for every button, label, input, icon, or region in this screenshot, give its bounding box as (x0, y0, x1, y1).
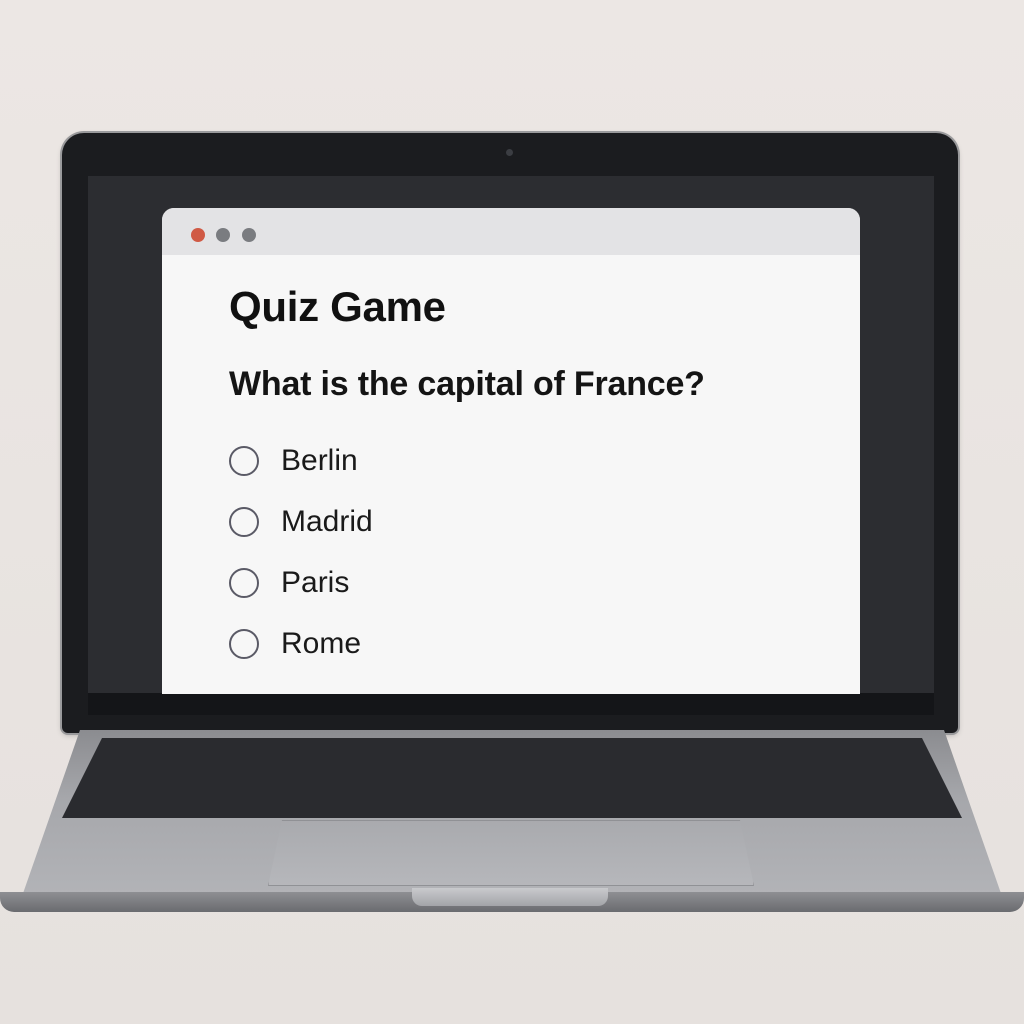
screen-bezel-bottom (88, 693, 934, 715)
answer-label: Paris (281, 565, 350, 599)
answer-label: Berlin (281, 443, 358, 477)
answer-option-berlin[interactable]: Berlin (229, 430, 840, 491)
radio-button[interactable] (229, 445, 259, 476)
lid-opening-notch (412, 888, 608, 906)
answer-label: Rome (281, 626, 362, 660)
answer-option-paris[interactable]: Paris (229, 552, 840, 613)
radio-button[interactable] (229, 567, 259, 598)
radio-button[interactable] (229, 506, 259, 537)
window-titlebar (162, 208, 860, 255)
page-title: Quiz Game (229, 283, 446, 330)
quiz-question: What is the capital of France? (229, 365, 705, 403)
close-dot-icon[interactable] (191, 228, 205, 242)
scene: Quiz Game What is the capital of France?… (0, 0, 1024, 1024)
webcam-icon (506, 149, 513, 156)
quiz-content: Quiz Game What is the capital of France?… (229, 280, 840, 674)
answer-option-rome[interactable]: Rome (229, 613, 840, 674)
answer-label: Madrid (281, 504, 373, 538)
answer-options: Berlin Madrid Paris Rome (229, 430, 840, 674)
quiz-window: Quiz Game What is the capital of France?… (162, 208, 860, 694)
minimize-dot-icon[interactable] (216, 228, 230, 242)
answer-option-madrid[interactable]: Madrid (229, 491, 840, 552)
trackpad (268, 820, 754, 886)
keyboard (62, 738, 962, 818)
radio-button[interactable] (229, 628, 259, 659)
maximize-dot-icon[interactable] (242, 228, 256, 242)
